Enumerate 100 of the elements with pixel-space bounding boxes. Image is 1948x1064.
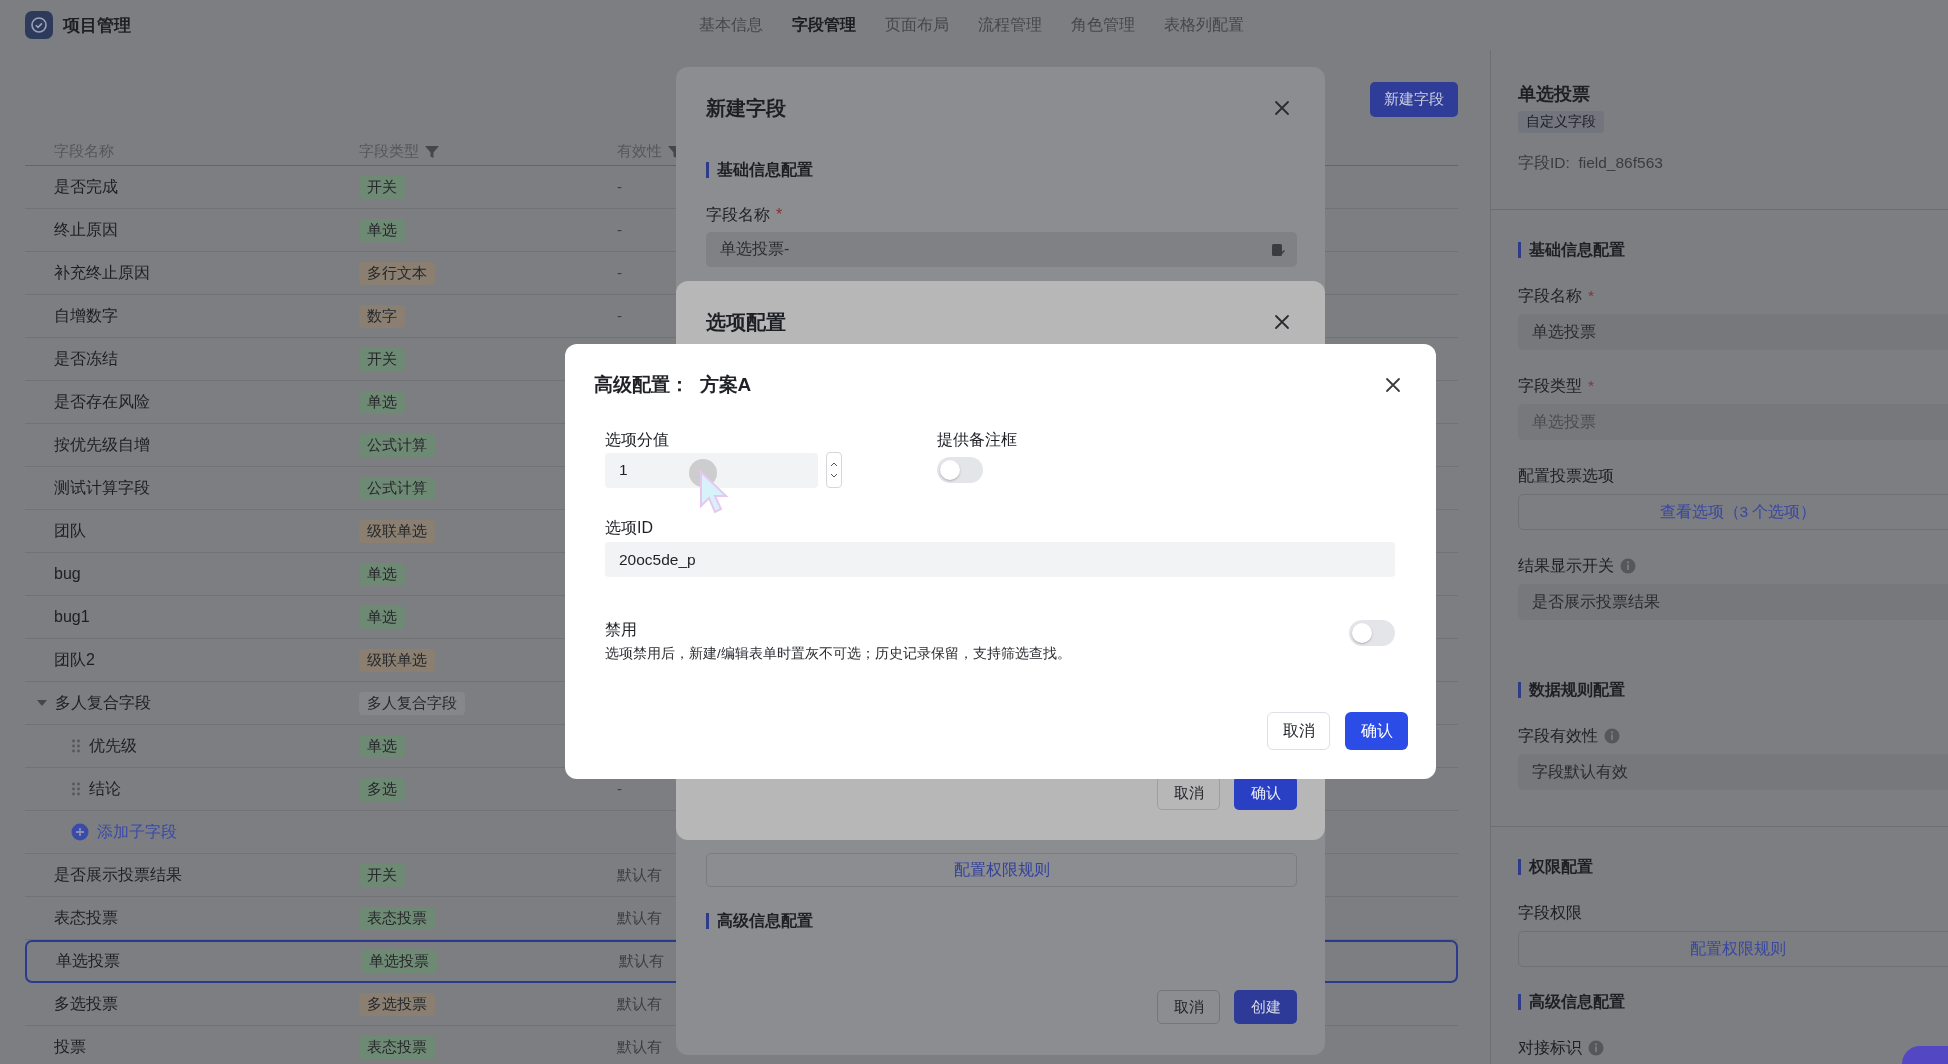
required-mark: *	[1588, 376, 1595, 396]
field-name: 是否展示投票结果	[54, 864, 182, 885]
field-name: 单选投票	[56, 951, 120, 971]
type-tag: 单选	[359, 605, 405, 629]
help-text: 选项禁用后，新建/编辑表单时置灰不可选；历史记录保留，支持筛选查找。	[605, 645, 1071, 663]
toggle-switch[interactable]	[937, 457, 983, 483]
field-label: 字段类型	[1518, 376, 1582, 396]
field-label: 选项ID	[605, 518, 654, 538]
type-tag: 单选	[359, 734, 405, 758]
field-label: 禁用	[605, 620, 638, 640]
section-heading: 权限配置	[1518, 857, 1948, 877]
field-name: 自增数字	[54, 305, 118, 326]
type-tag: 表态投票	[359, 906, 435, 930]
type-tag: 多人复合字段	[359, 691, 465, 715]
number-field[interactable]: 1	[605, 452, 818, 488]
panel-title: 单选投票	[1518, 83, 1591, 105]
dialog-title: 选项配置	[706, 309, 786, 335]
field-tag: 自定义字段	[1518, 111, 1604, 133]
required-mark: *	[1588, 286, 1595, 306]
type-tag: 公式计算	[359, 433, 435, 457]
validity-text: 默认有	[617, 994, 662, 1012]
field-label: 字段权限	[1518, 903, 1582, 923]
nav-tab[interactable]: 字段管理	[792, 14, 856, 36]
validity-text: 默认有	[617, 1037, 662, 1055]
validity-text: -	[617, 178, 622, 195]
section-heading: 高级信息配置	[706, 911, 1297, 931]
link[interactable]: 配置权限规则	[953, 859, 1050, 881]
app-title: 项目管理	[63, 14, 131, 37]
field-label: 字段名称	[706, 205, 770, 225]
id-field[interactable]: 20oc5de_p	[605, 542, 1395, 577]
logo-icon	[25, 11, 53, 39]
confirm-button[interactable]: 确认	[1345, 712, 1408, 750]
type-tag: 公式计算	[359, 476, 435, 500]
caret-icon[interactable]	[37, 698, 47, 708]
type-tag: 级联单选	[359, 519, 435, 543]
field-name: 测试计算字段	[54, 477, 150, 498]
floating-button[interactable]	[1902, 1046, 1948, 1064]
type-tag: 级联单选	[359, 648, 435, 672]
type-tag: 单选	[359, 390, 405, 414]
required-mark: *	[776, 205, 783, 225]
field-label: 配置投票选项	[1518, 466, 1614, 486]
field-name: 结论	[89, 778, 121, 799]
edit-icon[interactable]	[1271, 242, 1285, 257]
section-heading: 高级信息配置	[1518, 992, 1948, 1012]
input-field[interactable]: 字段默认有效	[1518, 754, 1948, 790]
validity-text: -	[617, 307, 622, 324]
close-icon[interactable]	[1274, 314, 1290, 330]
field-name: 是否存在风险	[54, 391, 150, 412]
validity-text: 默认有	[619, 952, 664, 969]
type-tag: 单选投票	[361, 950, 437, 973]
validity-text: -	[617, 221, 622, 238]
link[interactable]: 查看选项（3 个选项）	[1659, 501, 1817, 523]
type-tag: 开关	[359, 175, 405, 199]
type-tag: 开关	[359, 863, 405, 887]
field-name: 是否冻结	[54, 348, 118, 369]
field-label: 字段名称	[1518, 286, 1582, 306]
cancel-button[interactable]: 取消	[1157, 990, 1220, 1024]
link[interactable]: 配置权限规则	[1690, 938, 1786, 960]
field-name: 优先级	[89, 735, 137, 756]
field-name: bug	[54, 565, 81, 583]
drag-handle-icon[interactable]	[71, 781, 81, 797]
dialog-title: 新建字段	[706, 95, 786, 121]
type-tag: 多行文本	[359, 261, 435, 285]
drag-handle-icon[interactable]	[71, 738, 81, 754]
toggle-switch[interactable]	[1349, 620, 1395, 646]
field-name: 是否完成	[54, 176, 118, 197]
section-heading: 基础信息配置	[1518, 240, 1948, 260]
plus-circle-icon[interactable]	[71, 823, 89, 841]
validity-text: 默认有	[617, 908, 662, 926]
chevrons-icon[interactable]	[830, 461, 838, 479]
confirm-button[interactable]: 创建	[1234, 990, 1297, 1024]
input-field[interactable]: 单选投票	[1518, 314, 1948, 350]
field-name: 团队	[54, 520, 86, 541]
field-name: 团队2	[54, 649, 95, 670]
field-label: 字段有效性	[1518, 726, 1598, 746]
field-id-text: 字段ID: field_86f563	[1518, 153, 1664, 173]
type-tag: 多选	[359, 777, 405, 801]
input-field[interactable]: 是否展示投票结果	[1518, 584, 1948, 620]
type-tag: 单选	[359, 562, 405, 586]
name-field[interactable]: 单选投票-	[706, 232, 1297, 267]
validity-text: -	[617, 780, 622, 797]
validity-text: 默认有	[617, 865, 662, 883]
new-field-button[interactable]: 新建字段	[1370, 82, 1458, 117]
type-tag: 多选投票	[359, 992, 435, 1016]
field-name: 表态投票	[54, 907, 118, 928]
field-name: 多选投票	[54, 993, 118, 1014]
field-label: 对接标识	[1518, 1038, 1582, 1058]
field-name: 多人复合字段	[55, 692, 151, 713]
section-heading: 数据规则配置	[1518, 680, 1948, 700]
field-label: 选项分值	[605, 430, 670, 450]
field-label: 结果显示开关	[1518, 556, 1614, 576]
filter-icon[interactable]	[425, 144, 439, 159]
field-label: 提供备注框	[937, 430, 1017, 450]
type-tag: 开关	[359, 347, 405, 371]
close-icon[interactable]	[1385, 377, 1401, 393]
type-tag: 表态投票	[359, 1035, 435, 1059]
type-tag: 数字	[359, 304, 405, 328]
cancel-button[interactable]: 取消	[1267, 712, 1330, 750]
field-name: 投票	[54, 1036, 86, 1057]
field-name: 终止原因	[54, 219, 118, 240]
